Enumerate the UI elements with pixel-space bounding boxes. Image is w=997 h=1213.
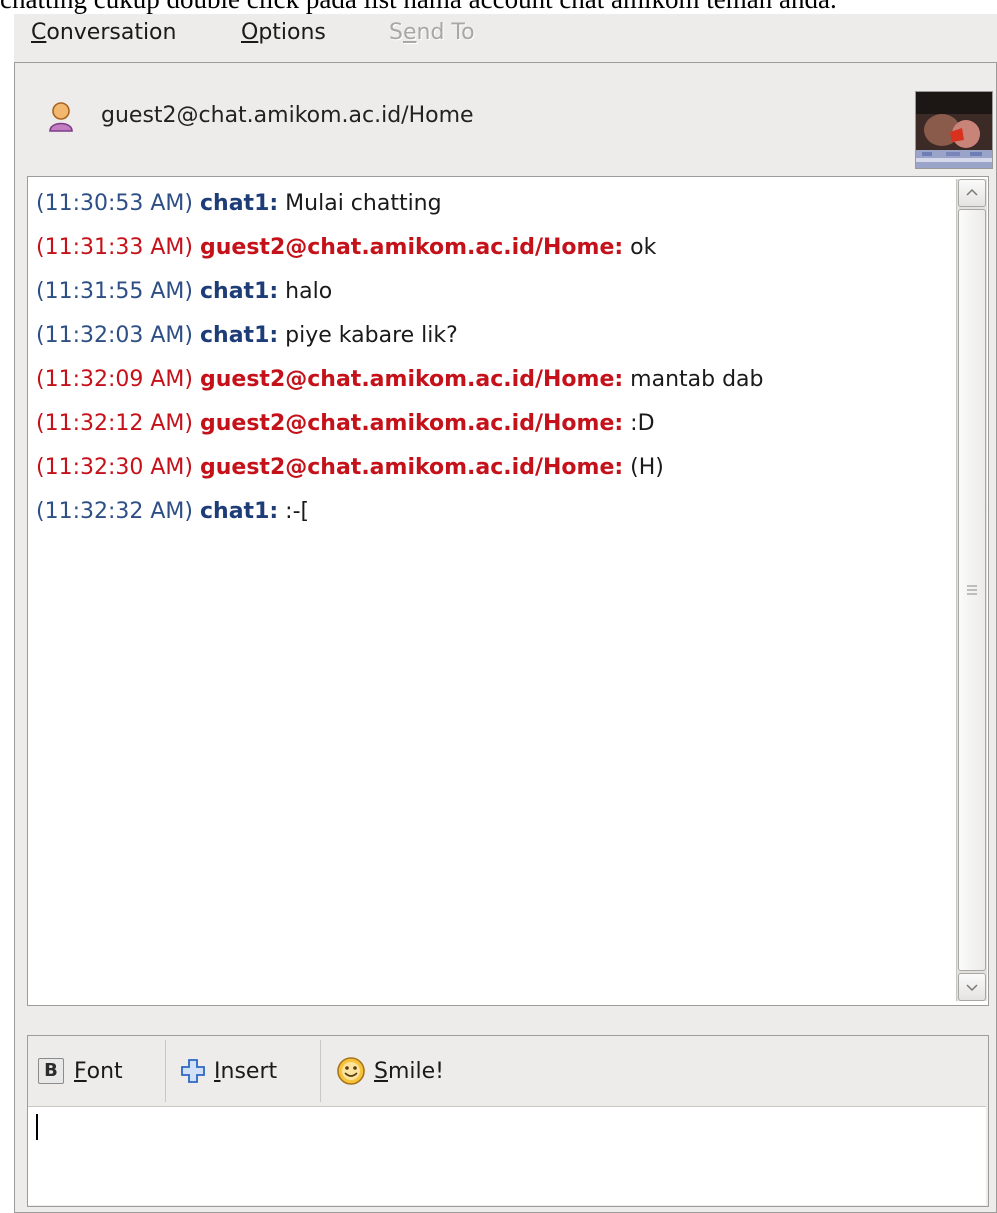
message-text: :-[ <box>285 499 310 524</box>
toolbar-separator <box>320 1040 321 1102</box>
insert-button[interactable]: Insert <box>170 1036 318 1106</box>
history-scrollbar[interactable] <box>956 179 987 1001</box>
buddy-header: guest2@chat.amikom.ac.id/Home <box>15 63 996 173</box>
bold-font-icon: B <box>38 1058 64 1084</box>
message-sender: guest2@chat.amikom.ac.id/Home: <box>200 455 624 480</box>
menu-conversation-label: onversation <box>46 20 177 45</box>
menu-conversation[interactable]: Conversation <box>31 20 176 45</box>
menu-options[interactable]: Options <box>241 20 326 45</box>
text-cursor <box>36 1114 38 1140</box>
avatar-photo-icon <box>916 92 992 168</box>
message-timestamp: (11:30:53 AM) <box>36 191 193 216</box>
message-row: (11:30:53 AM) chat1: Mulai chatting <box>36 182 946 226</box>
smile-button-label: mile! <box>387 1058 444 1084</box>
message-text: ok <box>630 235 657 260</box>
message-history[interactable]: (11:30:53 AM) chat1: Mulai chatting (11:3… <box>27 176 989 1006</box>
message-row: (11:32:32 AM) chat1: :-[ <box>36 490 946 534</box>
message-sender: chat1: <box>200 323 279 348</box>
plus-icon <box>181 1059 205 1083</box>
page-caption-text: chatting cukup double click pada list na… <box>0 0 997 14</box>
conversation-pane: guest2@chat.amikom.ac.id/Home (11:30:53 … <box>14 62 997 1213</box>
message-sender: chat1: <box>200 191 279 216</box>
insert-button-label: nsert <box>220 1058 278 1084</box>
compose-area: B Font Insert S mile! <box>27 1035 989 1207</box>
message-text: halo <box>285 279 333 304</box>
smiley-icon <box>337 1057 365 1085</box>
message-timestamp: (11:32:30 AM) <box>36 455 193 480</box>
message-sender: chat1: <box>200 279 279 304</box>
buddy-name: guest2@chat.amikom.ac.id/Home <box>101 103 474 128</box>
conversation-window: Conversation Options Send To guest2@chat… <box>14 14 997 1213</box>
message-input[interactable] <box>28 1106 986 1205</box>
toolbar-separator <box>165 1040 166 1102</box>
scroll-up-button[interactable] <box>958 179 986 207</box>
message-sender: guest2@chat.amikom.ac.id/Home: <box>200 411 624 436</box>
message-row: (11:31:33 AM) guest2@chat.amikom.ac.id/H… <box>36 226 946 270</box>
smile-button[interactable]: Smile! <box>326 1036 486 1106</box>
menu-send-to-prefix: S <box>389 20 403 45</box>
grip-icon <box>967 585 977 595</box>
format-toolbar: B Font Insert S mile! <box>28 1036 988 1106</box>
message-text: piye kabare lik? <box>285 323 458 348</box>
font-button-accel: F <box>74 1058 87 1084</box>
menu-conversation-accel: C <box>31 20 47 45</box>
chevron-down-icon <box>966 984 978 992</box>
menu-send-to-label: nd To <box>416 20 475 45</box>
message-text: Mulai chatting <box>285 191 442 216</box>
message-row: (11:32:12 AM) guest2@chat.amikom.ac.id/H… <box>36 402 946 446</box>
chevron-up-icon <box>966 188 978 196</box>
person-icon <box>49 102 73 132</box>
message-row: (11:31:55 AM) chat1: halo <box>36 270 946 314</box>
menu-send-to-accel: e <box>402 20 417 45</box>
message-list: (11:30:53 AM) chat1: Mulai chatting (11:3… <box>36 182 946 534</box>
message-row: (11:32:30 AM) guest2@chat.amikom.ac.id/H… <box>36 446 946 490</box>
message-timestamp: (11:32:12 AM) <box>36 411 193 436</box>
message-text: :D <box>630 411 655 436</box>
menu-options-accel: O <box>241 20 259 45</box>
message-text: (H) <box>630 455 664 480</box>
menu-options-label: ptions <box>258 20 326 45</box>
font-button-label: ont <box>86 1058 123 1084</box>
message-sender: chat1: <box>200 499 279 524</box>
font-button[interactable]: B Font <box>28 1036 164 1106</box>
message-sender: guest2@chat.amikom.ac.id/Home: <box>200 367 624 392</box>
buddy-avatar[interactable] <box>915 91 993 169</box>
message-timestamp: (11:32:03 AM) <box>36 323 193 348</box>
message-text: mantab dab <box>630 367 764 392</box>
menu-send-to[interactable]: Send To <box>389 20 475 45</box>
scroll-down-button[interactable] <box>958 973 986 1001</box>
scroll-thumb[interactable] <box>958 209 986 971</box>
menu-bar: Conversation Options Send To <box>14 14 997 58</box>
message-timestamp: (11:31:55 AM) <box>36 279 193 304</box>
message-sender: guest2@chat.amikom.ac.id/Home: <box>200 235 624 260</box>
message-timestamp: (11:32:32 AM) <box>36 499 193 524</box>
message-row: (11:32:09 AM) guest2@chat.amikom.ac.id/H… <box>36 358 946 402</box>
message-row: (11:32:03 AM) chat1: piye kabare lik? <box>36 314 946 358</box>
message-timestamp: (11:31:33 AM) <box>36 235 193 260</box>
smile-button-accel: S <box>374 1058 388 1084</box>
message-timestamp: (11:32:09 AM) <box>36 367 193 392</box>
